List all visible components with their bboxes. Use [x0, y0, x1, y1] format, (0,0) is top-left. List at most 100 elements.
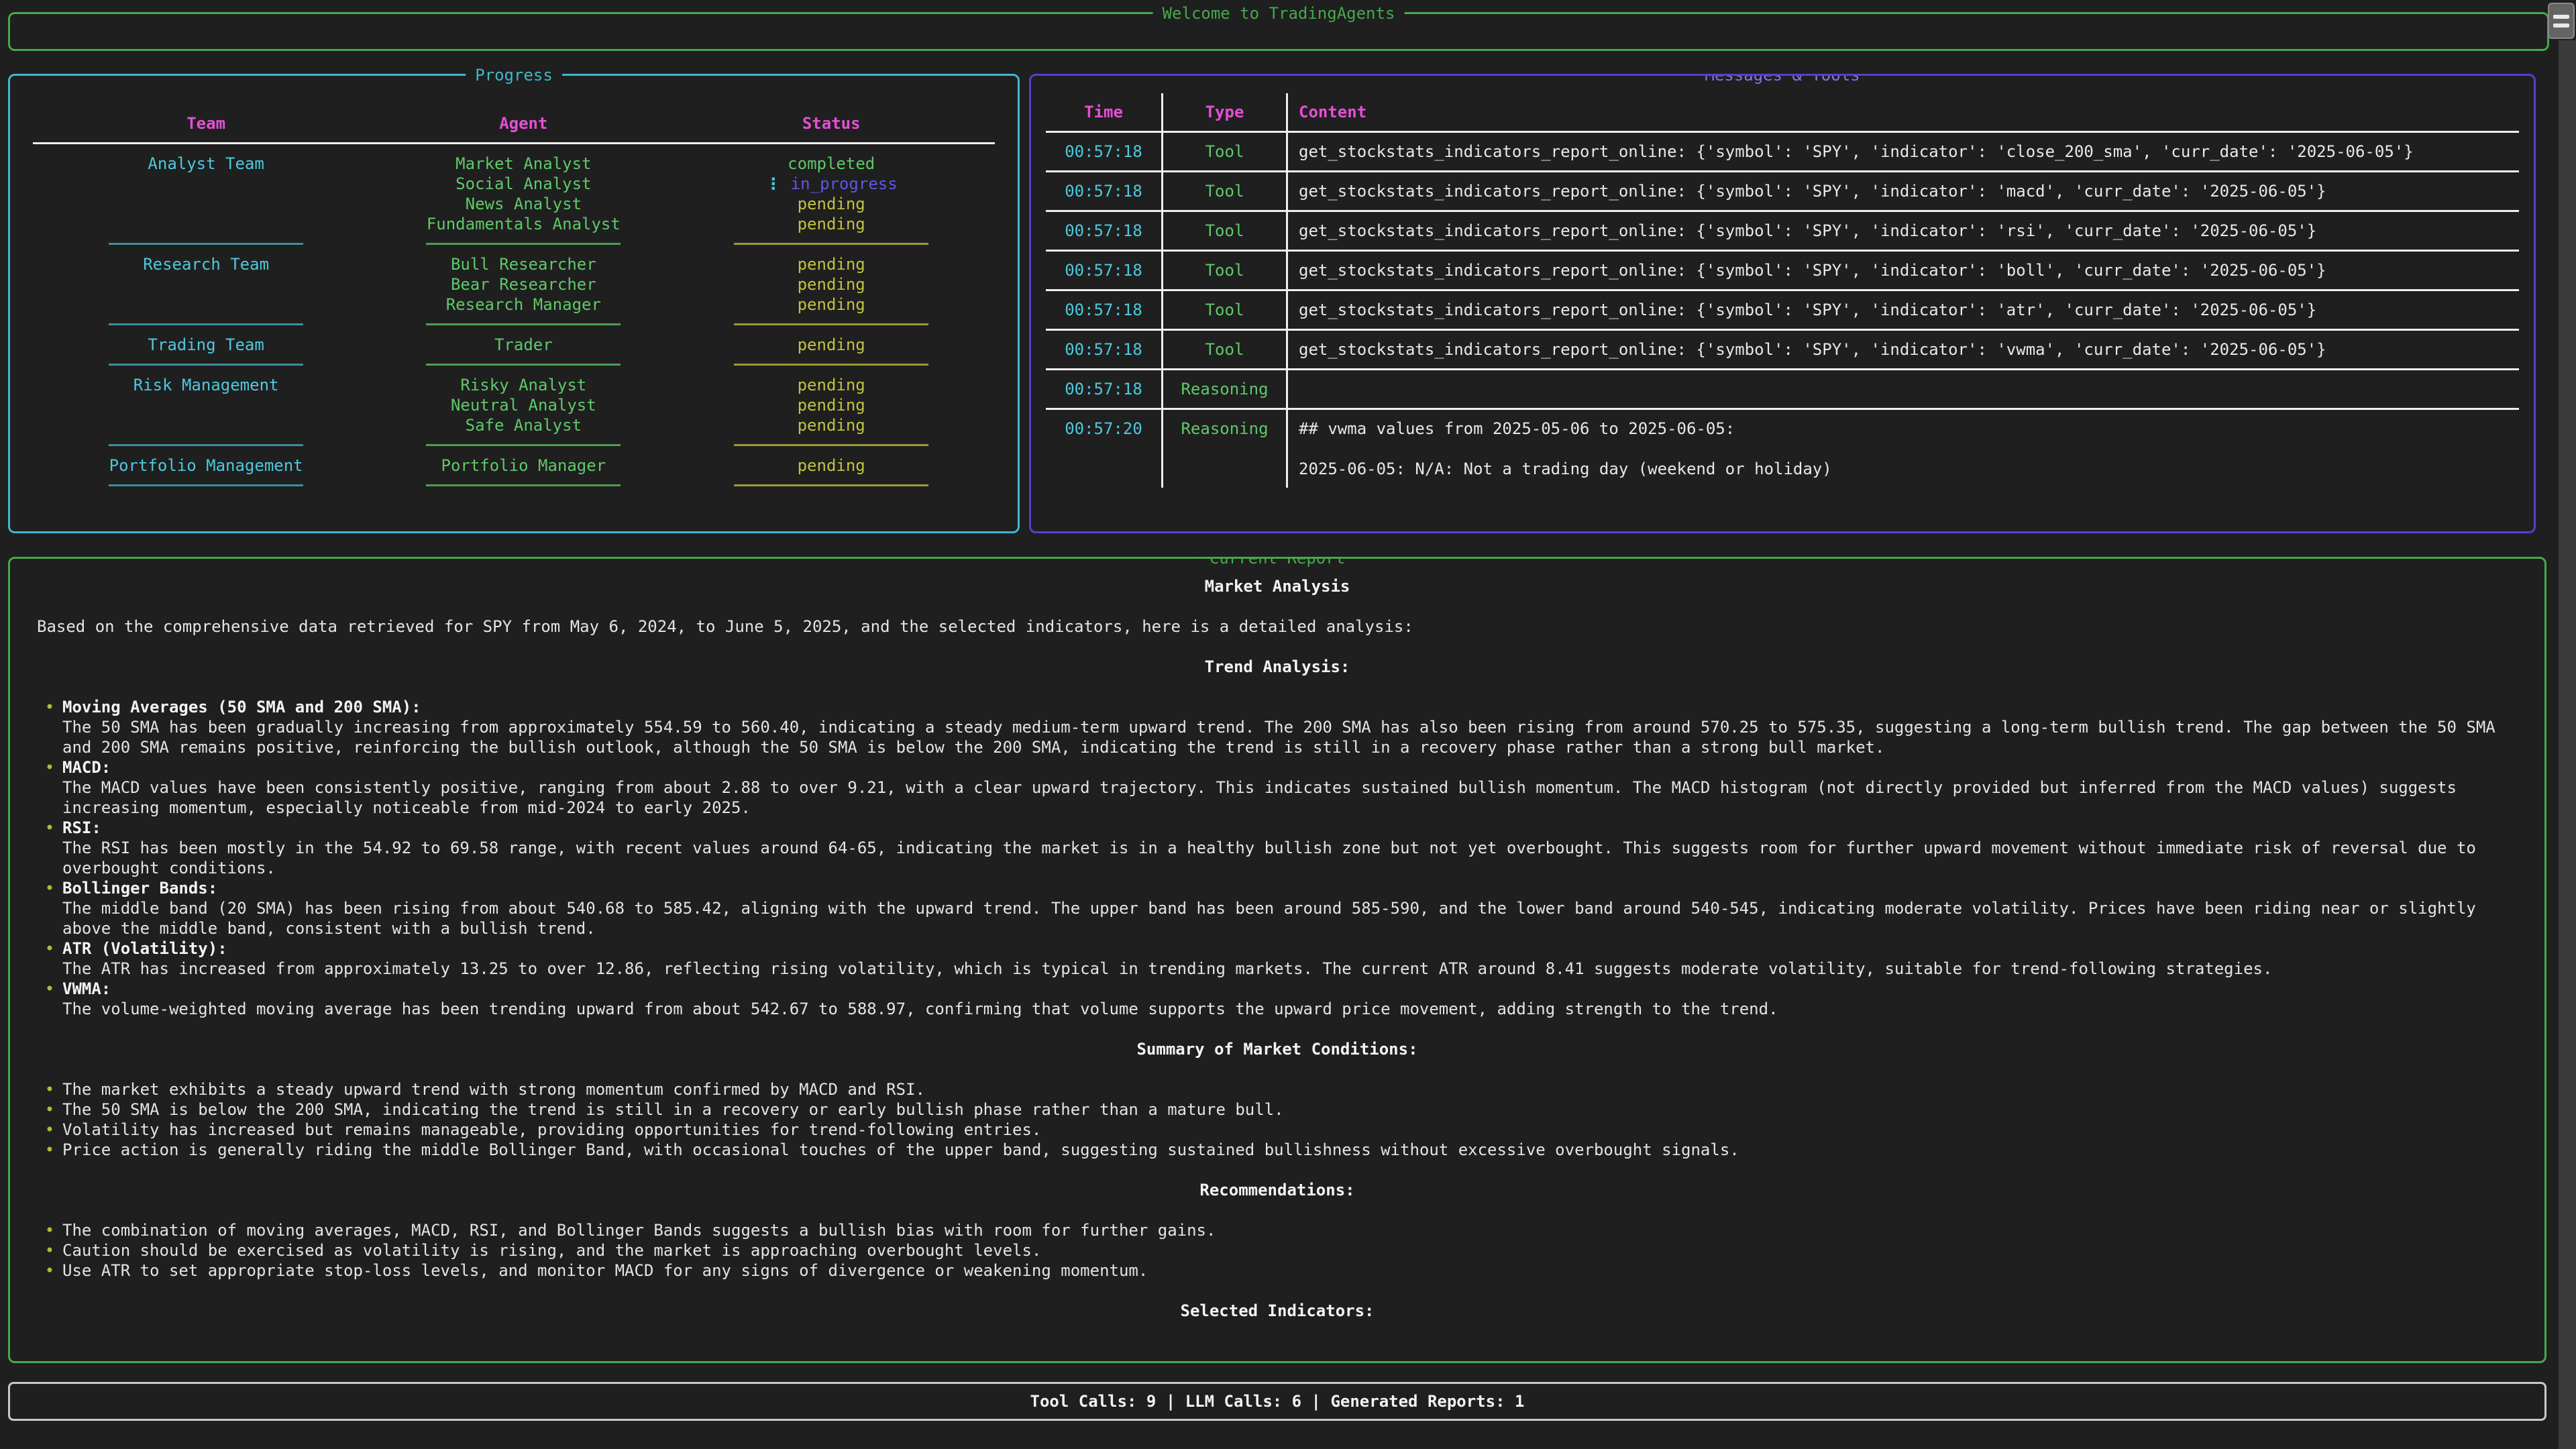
message-content: get_stockstats_indicators_report_online:… [1286, 289, 2519, 329]
bullet-icon: • [37, 979, 62, 1019]
bullet-title: VWMA: [62, 979, 1778, 999]
team-label: Risk Management [33, 375, 379, 395]
message-time: 00:57:20 [1046, 408, 1161, 488]
agent-label: Research Manager [379, 294, 667, 315]
report-body: Market Analysis Based on the comprehensi… [10, 559, 2544, 1321]
table-row: Fundamentals Analyst pending [33, 214, 995, 234]
bullet-icon: • [37, 818, 62, 878]
report-panel-title: Current Report [1200, 557, 1354, 568]
table-row: Social Analyst ⋮in_progress [33, 174, 995, 194]
message-content: ## vwma values from 2025-05-06 to 2025-0… [1286, 408, 2519, 488]
agent-label: Fundamentals Analyst [379, 214, 667, 234]
message-time: 00:57:18 [1046, 368, 1161, 408]
welcome-title: Welcome to TradingAgents [1153, 3, 1405, 23]
recommendations-bullet-list: •The combination of moving averages, MAC… [37, 1220, 2518, 1281]
status-badge: pending [667, 335, 995, 355]
status-badge: pending [667, 375, 995, 395]
status-badge: completed [667, 154, 995, 174]
bullet-icon: • [37, 697, 62, 757]
section-heading-selected-indicators: Selected Indicators: [37, 1301, 2518, 1321]
bullet-title: Bollinger Bands: [62, 878, 2518, 898]
message-type: Tool [1161, 170, 1286, 210]
message-type: Tool [1161, 289, 1286, 329]
messages-table: Time Type Content 00:57:18 Tool get_stoc… [1046, 93, 2519, 488]
section-heading-summary: Summary of Market Conditions: [37, 1039, 2518, 1059]
column-header-team: Team [33, 113, 379, 133]
table-row: Neutral Analyst pending [33, 395, 995, 415]
column-header-agent: Agent [379, 113, 667, 133]
column-header-status: Status [667, 113, 995, 133]
report-main-heading: Market Analysis [37, 576, 2518, 596]
column-header-content: Content [1286, 93, 2519, 131]
list-item: •RSI:The RSI has been mostly in the 54.9… [37, 818, 2518, 878]
status-label: in_progress [791, 174, 898, 193]
bullet-icon: • [37, 1140, 62, 1160]
list-item: •Moving Averages (50 SMA and 200 SMA):Th… [37, 697, 2518, 757]
status-badge: pending [667, 254, 995, 274]
message-time: 00:57:18 [1046, 250, 1161, 289]
message-time: 00:57:18 [1046, 210, 1161, 250]
list-item: •MACD:The MACD values have been consiste… [37, 757, 2518, 818]
bullet-title: RSI: [62, 818, 2518, 838]
bullet-icon: • [37, 878, 62, 938]
list-item: •The 50 SMA is below the 200 SMA, indica… [37, 1099, 2518, 1120]
scrollbar-track[interactable] [2559, 40, 2576, 1449]
bullet-body: The volume-weighted moving average has b… [62, 1000, 1778, 1018]
agent-label: Trader [379, 335, 667, 355]
agent-label: Bear Researcher [379, 274, 667, 294]
status-badge: pending [667, 294, 995, 315]
spinner-icon: ⋮ [765, 174, 782, 193]
agent-label: News Analyst [379, 194, 667, 214]
progress-panel-title: Progress [466, 65, 562, 85]
agent-label: Safe Analyst [379, 415, 667, 435]
bullet-title: MACD: [62, 757, 2518, 777]
message-type: Tool [1161, 329, 1286, 368]
list-item: •Use ATR to set appropriate stop-loss le… [37, 1260, 2518, 1281]
list-item: •The combination of moving averages, MAC… [37, 1220, 2518, 1240]
table-row: Safe Analyst pending [33, 415, 995, 435]
message-type: Reasoning [1161, 368, 1286, 408]
bullet-body: Price action is generally riding the mid… [62, 1140, 1739, 1160]
message-content: get_stockstats_indicators_report_online:… [1286, 131, 2519, 170]
list-item: •Price action is generally riding the mi… [37, 1140, 2518, 1160]
message-content: get_stockstats_indicators_report_online:… [1286, 170, 2519, 210]
status-badge: pending [667, 415, 995, 435]
table-row: Research Manager pending [33, 294, 995, 315]
message-time: 00:57:18 [1046, 170, 1161, 210]
group-separator [33, 355, 995, 375]
scrollbar-thumb[interactable] [2548, 3, 2575, 39]
team-label: Trading Team [33, 335, 379, 355]
message-content: get_stockstats_indicators_report_online:… [1286, 329, 2519, 368]
group-separator [33, 234, 995, 254]
table-row: Portfolio Management Portfolio Manager p… [33, 455, 995, 476]
table-row: Bear Researcher pending [33, 274, 995, 294]
status-badge: ⋮ in_progress [667, 174, 995, 194]
bullet-body: The middle band (20 SMA) has been rising… [62, 899, 2476, 938]
message-time: 00:57:18 [1046, 329, 1161, 368]
status-badge: pending [667, 274, 995, 294]
bullet-body: Use ATR to set appropriate stop-loss lev… [62, 1260, 1148, 1281]
list-item: •VWMA:The volume-weighted moving average… [37, 979, 2518, 1019]
header-separator [33, 133, 995, 154]
bullet-body: The combination of moving averages, MACD… [62, 1220, 1216, 1240]
group-separator [33, 435, 995, 455]
message-time: 00:57:18 [1046, 131, 1161, 170]
bullet-icon: • [37, 1079, 62, 1099]
list-item: •Volatility has increased but remains ma… [37, 1120, 2518, 1140]
bullet-title: Moving Averages (50 SMA and 200 SMA): [62, 697, 2518, 717]
bullet-body: The 50 SMA has been gradually increasing… [62, 718, 2496, 757]
message-time: 00:57:18 [1046, 289, 1161, 329]
status-badge: pending [667, 395, 995, 415]
bullet-body: The market exhibits a steady upward tren… [62, 1079, 925, 1099]
bullet-icon: • [37, 1120, 62, 1140]
team-label: Analyst Team [33, 154, 379, 174]
list-item: •The market exhibits a steady upward tre… [37, 1079, 2518, 1099]
agent-label: Risky Analyst [379, 375, 667, 395]
summary-bullet-list: •The market exhibits a steady upward tre… [37, 1079, 2518, 1160]
welcome-panel: Welcome to TradingAgents [8, 12, 2549, 51]
message-type: Tool [1161, 131, 1286, 170]
status-badge: pending [667, 194, 995, 214]
agent-label: Bull Researcher [379, 254, 667, 274]
stats-text: Tool Calls: 9 | LLM Calls: 6 | Generated… [1030, 1391, 1525, 1411]
bullet-body: The ATR has increased from approximately… [62, 959, 2272, 978]
